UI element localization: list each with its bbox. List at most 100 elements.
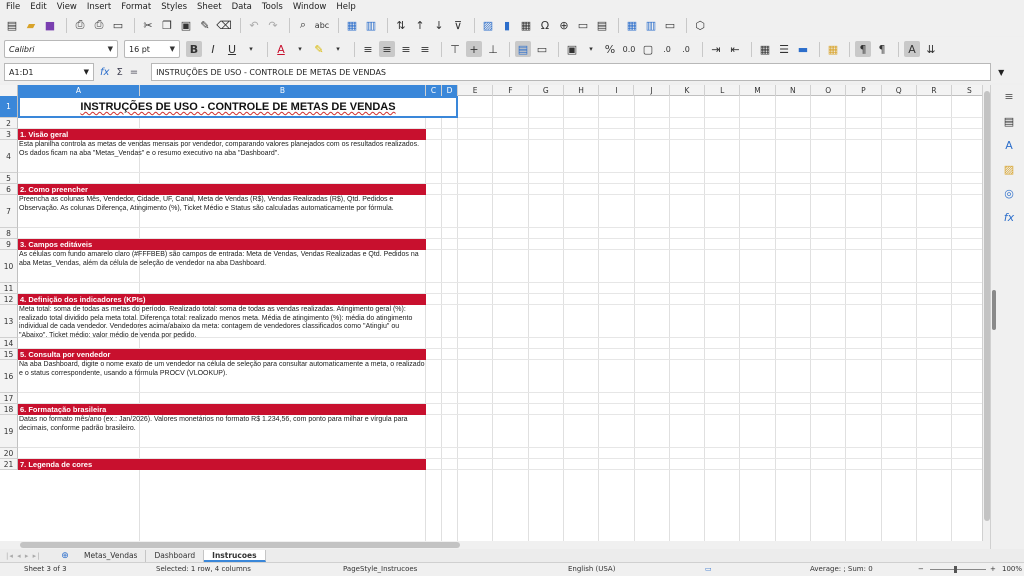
borders-icon[interactable]: ▦: [757, 41, 773, 57]
menu-format[interactable]: Format: [121, 2, 151, 12]
date-format-icon[interactable]: ▢: [640, 41, 656, 57]
menu-view[interactable]: View: [57, 2, 77, 12]
properties-icon[interactable]: ▤: [1002, 115, 1016, 129]
currency-dropdown-icon[interactable]: ▾: [583, 41, 599, 57]
column-header-s[interactable]: S: [952, 85, 982, 96]
functions-icon[interactable]: fx: [1002, 211, 1016, 225]
tab-metas-vendas[interactable]: Metas_Vendas: [76, 549, 147, 562]
image-icon[interactable]: ▨: [480, 17, 496, 33]
row-header-17[interactable]: 17: [0, 393, 18, 404]
align-bottom-icon[interactable]: ⊥: [485, 41, 501, 57]
align-top-icon[interactable]: ⊤: [447, 41, 463, 57]
section-heading[interactable]: 3. Campos editáveis: [18, 239, 426, 250]
section-text[interactable]: Preencha as colunas Mês, Vendedor, Cidad…: [18, 196, 426, 229]
underline-dropdown-icon[interactable]: ▾: [243, 41, 259, 57]
wrap-text-icon[interactable]: ▤: [515, 41, 531, 57]
gallery-icon[interactable]: ▨: [1002, 163, 1016, 177]
column-header-i[interactable]: I: [599, 85, 635, 96]
row-header-6[interactable]: 6: [0, 184, 18, 195]
row-header-21[interactable]: 21: [0, 459, 18, 470]
delete-decimal-icon[interactable]: .0: [678, 41, 694, 57]
add-decimal-icon[interactable]: .0: [659, 41, 675, 57]
tab-navigation-buttons[interactable]: |◂ ◂ ▸ ▸|: [0, 552, 58, 560]
menu-sheet[interactable]: Sheet: [197, 2, 222, 12]
center-vertically-icon[interactable]: +: [466, 41, 482, 57]
formula-icon[interactable]: =: [130, 67, 138, 78]
spreadsheet-grid[interactable]: ABCDEFGHIJKLMNOPQRS 1 2 3 4 5 6 7 8 9 10 11 12 13 14 1…: [0, 85, 982, 541]
define-print-area-icon[interactable]: ▦: [624, 17, 640, 33]
justify-icon[interactable]: ≡: [417, 41, 433, 57]
font-name-combo[interactable]: Calibri ▼: [4, 40, 118, 58]
column-header-r[interactable]: R: [917, 85, 953, 96]
language[interactable]: English (USA): [568, 565, 615, 573]
row-header-1[interactable]: 1: [0, 96, 18, 118]
row-header-14[interactable]: 14: [0, 338, 18, 349]
italic-icon[interactable]: I: [205, 41, 221, 57]
menu-help[interactable]: Help: [336, 2, 355, 12]
align-right-icon[interactable]: ≡: [398, 41, 414, 57]
function-wizard-icon[interactable]: fx: [100, 67, 109, 78]
conditional-format-icon[interactable]: ▦: [825, 41, 841, 57]
row-header-7[interactable]: 7: [0, 195, 18, 228]
column-header-g[interactable]: G: [529, 85, 564, 96]
copy-icon[interactable]: ❐: [159, 17, 175, 33]
new-icon[interactable]: ▤: [4, 17, 20, 33]
row-header-11[interactable]: 11: [0, 283, 18, 294]
font-color-dropdown-icon[interactable]: ▾: [292, 41, 308, 57]
section-text[interactable]: Datas no formato mês/ano (ex.: Jan/2026)…: [18, 416, 426, 449]
pivot-table-icon[interactable]: ▦: [518, 17, 534, 33]
font-size-combo[interactable]: 16 pt ▼: [124, 40, 180, 58]
font-color-icon[interactable]: A: [273, 41, 289, 57]
row-header-19[interactable]: 19: [0, 415, 18, 448]
row-header-13[interactable]: 13: [0, 305, 18, 338]
column-header-e[interactable]: E: [458, 85, 494, 96]
zoom-slider[interactable]: [930, 569, 986, 570]
save-icon[interactable]: ■: [42, 17, 58, 33]
column-header-p[interactable]: P: [846, 85, 882, 96]
section-heading[interactable]: 6. Formatação brasileira: [18, 404, 426, 415]
decrease-indent-icon[interactable]: ⇤: [727, 41, 743, 57]
highlight-color-icon[interactable]: ✎: [311, 41, 327, 57]
zoom-out-icon[interactable]: −: [918, 565, 924, 573]
section-text[interactable]: Meta total: soma de todas as metas do pe…: [18, 306, 426, 339]
rtl-icon[interactable]: ¶: [874, 41, 890, 57]
menu-window[interactable]: Window: [293, 2, 327, 12]
row-header-8[interactable]: 8: [0, 228, 18, 239]
percent-format-icon[interactable]: %: [602, 41, 618, 57]
row-header-18[interactable]: 18: [0, 404, 18, 415]
chart-icon[interactable]: ▮: [499, 17, 515, 33]
column-header-h[interactable]: H: [564, 85, 600, 96]
headers-footers-icon[interactable]: ▤: [594, 17, 610, 33]
text-direction-ltr-icon[interactable]: A: [904, 41, 920, 57]
merge-center-icon[interactable]: ▭: [534, 41, 550, 57]
column-header-j[interactable]: J: [635, 85, 670, 96]
sort-icon[interactable]: ⇅: [393, 17, 409, 33]
hyperlink-icon[interactable]: ⊕: [556, 17, 572, 33]
column-header-n[interactable]: N: [776, 85, 811, 96]
row-icon[interactable]: ▦: [344, 17, 360, 33]
zoom-in-icon[interactable]: +: [990, 565, 996, 573]
menu-data[interactable]: Data: [232, 2, 252, 12]
section-text[interactable]: Esta planilha controla as metas de venda…: [18, 141, 426, 174]
navigator-icon[interactable]: ◎: [1002, 187, 1016, 201]
highlight-dropdown-icon[interactable]: ▾: [330, 41, 346, 57]
row-header-20[interactable]: 20: [0, 448, 18, 459]
find-replace-icon[interactable]: ⌕: [295, 17, 311, 33]
row-header-15[interactable]: 15: [0, 349, 18, 360]
vertical-scrollbar[interactable]: [982, 85, 990, 541]
row-header-5[interactable]: 5: [0, 173, 18, 184]
number-format-icon[interactable]: 0.0: [621, 41, 637, 57]
freeze-rows-columns-icon[interactable]: ▥: [643, 17, 659, 33]
row-header-16[interactable]: 16: [0, 360, 18, 393]
title-cell[interactable]: INSTRUÇÕES DE USO - CONTROLE DE METAS DE…: [18, 96, 458, 118]
export-pdf-icon[interactable]: ⎙: [72, 17, 88, 33]
horizontal-scroll-thumb[interactable]: [20, 542, 460, 548]
column-header-k[interactable]: K: [670, 85, 706, 96]
row-header-10[interactable]: 10: [0, 250, 18, 283]
tab-dashboard[interactable]: Dashboard: [146, 549, 205, 562]
sum-icon[interactable]: Σ: [116, 67, 122, 78]
comment-icon[interactable]: ▭: [575, 17, 591, 33]
tab-instrucoes[interactable]: Instrucoes: [204, 549, 266, 562]
cut-icon[interactable]: ✂: [140, 17, 156, 33]
horizontal-scrollbar[interactable]: [0, 541, 990, 549]
